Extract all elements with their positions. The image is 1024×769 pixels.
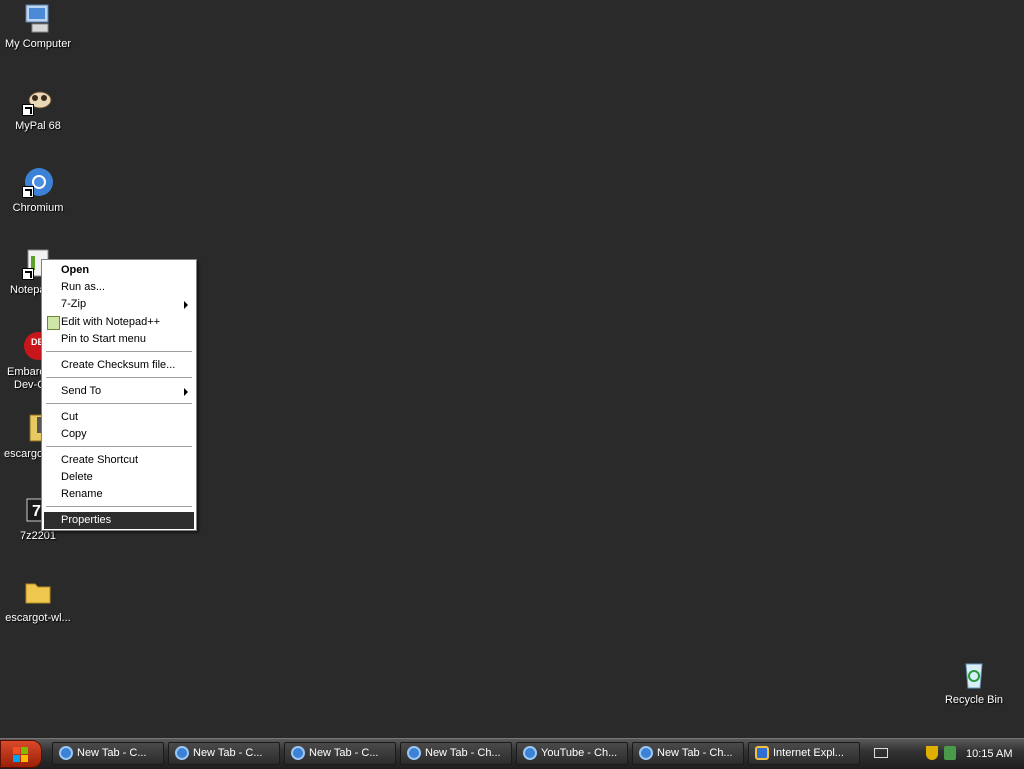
desktop-icon-label: Recycle Bin	[944, 694, 1004, 706]
system-tray: 10:15 AM	[866, 741, 1024, 767]
menu-separator	[46, 446, 192, 447]
menu-item-open[interactable]: Open	[44, 262, 194, 279]
keyboard-icon[interactable]	[874, 748, 888, 758]
submenu-arrow-icon	[184, 388, 188, 396]
chromium-icon	[407, 746, 421, 760]
desktop-icon-escargot-folder[interactable]: escargot-wl...	[0, 576, 76, 625]
taskbar: New Tab - C... New Tab - C... New Tab - …	[0, 738, 1024, 769]
desktop-icon-label: MyPal 68	[15, 120, 61, 132]
taskbar-button[interactable]: New Tab - Ch...	[632, 742, 744, 765]
windows-flag-icon	[13, 747, 28, 762]
folder-icon	[22, 576, 54, 608]
menu-item-run-as[interactable]: Run as...	[44, 279, 194, 296]
shortcut-arrow-icon	[22, 186, 34, 198]
recycle-bin-icon	[958, 658, 990, 690]
start-button[interactable]	[0, 740, 42, 768]
desktop-icon-label: My Computer	[4, 38, 72, 50]
menu-separator	[46, 506, 192, 507]
menu-separator	[46, 377, 192, 378]
desktop-icon-label: escargot-wl...	[5, 612, 71, 624]
menu-item-send-to[interactable]: Send To	[44, 383, 194, 400]
notepad-plus-plus-icon	[47, 316, 60, 330]
clock[interactable]: 10:15 AM	[966, 741, 1012, 767]
desktop-icon-recycle-bin[interactable]: Recycle Bin	[936, 658, 1012, 707]
internet-explorer-icon	[755, 746, 769, 760]
menu-separator	[46, 351, 192, 352]
menu-item-delete[interactable]: Delete	[44, 469, 194, 486]
chromium-icon	[22, 166, 54, 198]
security-shield-icon[interactable]	[926, 746, 938, 760]
menu-item-cut[interactable]: Cut	[44, 409, 194, 426]
taskbar-button[interactable]: New Tab - Ch...	[400, 742, 512, 765]
chromium-icon	[291, 746, 305, 760]
desktop-icon-label: Chromium	[12, 202, 64, 214]
menu-item-rename[interactable]: Rename	[44, 486, 194, 503]
taskbar-button[interactable]: New Tab - C...	[168, 742, 280, 765]
desktop-icon-chromium[interactable]: Chromium	[0, 166, 76, 215]
menu-item-edit-with-notepad-plus-plus[interactable]: Edit with Notepad++	[44, 314, 194, 331]
shortcut-arrow-icon	[22, 104, 34, 116]
shortcut-arrow-icon	[22, 268, 34, 280]
chromium-icon	[639, 746, 653, 760]
chromium-icon	[59, 746, 73, 760]
network-icon[interactable]	[944, 746, 956, 760]
menu-separator	[46, 403, 192, 404]
submenu-arrow-icon	[184, 301, 188, 309]
chromium-icon	[175, 746, 189, 760]
taskbar-button[interactable]: Internet Expl...	[748, 742, 860, 765]
menu-item-pin-to-start[interactable]: Pin to Start menu	[44, 331, 194, 348]
taskbar-button[interactable]: New Tab - C...	[52, 742, 164, 765]
desktop-icon-mypal[interactable]: MyPal 68	[0, 84, 76, 133]
chromium-icon	[523, 746, 537, 760]
menu-item-properties[interactable]: Properties	[44, 512, 194, 529]
menu-item-create-shortcut[interactable]: Create Shortcut	[44, 452, 194, 469]
taskbar-button[interactable]: New Tab - C...	[284, 742, 396, 765]
desktop-icon-label: 7z2201	[19, 530, 57, 542]
my-computer-icon	[22, 2, 54, 34]
menu-item-7zip[interactable]: 7-Zip	[44, 296, 194, 313]
desktop-icon-my-computer[interactable]: My Computer	[0, 2, 76, 51]
taskbar-button[interactable]: YouTube - Ch...	[516, 742, 628, 765]
menu-item-copy[interactable]: Copy	[44, 426, 194, 443]
menu-item-create-checksum[interactable]: Create Checksum file...	[44, 357, 194, 374]
svg-text:7: 7	[32, 503, 41, 520]
context-menu: Open Run as... 7-Zip Edit with Notepad++…	[41, 259, 197, 531]
mypal-icon	[22, 84, 54, 116]
